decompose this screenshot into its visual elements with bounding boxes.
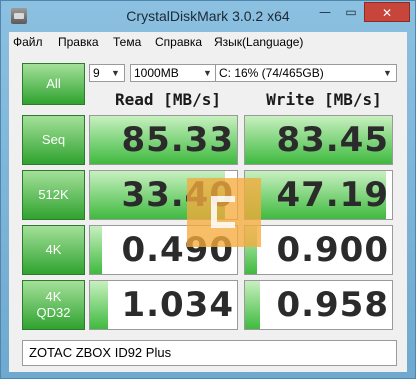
chevron-down-icon: ▼	[383, 68, 392, 78]
seq-write-result: 83.45	[244, 115, 393, 165]
row-label: Seq	[41, 132, 66, 147]
minimize-button[interactable]: —	[312, 2, 338, 22]
result-value: 47.19	[276, 175, 389, 215]
menu-edit[interactable]: Правка	[58, 35, 99, 49]
row-sublabel: QD32	[36, 305, 71, 320]
result-value: 0.958	[276, 285, 389, 325]
app-window: CrystalDiskMark 3.0.2 x64 — ▭ ✕ Файл Пра…	[0, 0, 416, 379]
4k-button[interactable]: 4K	[22, 225, 85, 275]
write-header: Write [MB/s]	[266, 90, 382, 109]
drive-value: C: 16% (74/465GB)	[219, 66, 324, 80]
4k-qd32-button[interactable]: 4K QD32	[22, 280, 85, 330]
all-button[interactable]: All	[22, 63, 85, 105]
comment-field[interactable]: ZOTAC ZBOX ID92 Plus	[22, 340, 397, 366]
row-label: 512K	[38, 187, 69, 202]
read-header: Read [MB/s]	[115, 90, 221, 109]
result-value: 85.33	[121, 120, 234, 160]
drive-select[interactable]: C: 16% (74/465GB) ▼	[215, 64, 397, 82]
4k-write-result: 0.900	[244, 225, 393, 275]
menu-bar: Файл Правка Тема Справка Язык(Language)	[9, 32, 407, 52]
menu-file[interactable]: Файл	[13, 35, 43, 49]
chevron-down-icon: ▼	[111, 68, 120, 78]
512k-write-result: 47.19	[244, 170, 393, 220]
result-value: 83.45	[276, 120, 389, 160]
close-button[interactable]: ✕	[364, 2, 410, 22]
row-label: 4K	[45, 289, 62, 304]
maximize-button[interactable]: ▭	[338, 2, 364, 22]
test-size-value: 1000MB	[134, 66, 179, 80]
menu-theme[interactable]: Тема	[113, 35, 141, 49]
row-label: 4K	[45, 242, 62, 257]
test-count-select[interactable]: 9 ▼	[89, 64, 125, 82]
seq-read-result: 85.33	[89, 115, 238, 165]
4k-qd32-read-result: 1.034	[89, 280, 238, 330]
result-value: 0.900	[276, 230, 389, 270]
512k-button[interactable]: 512K	[22, 170, 85, 220]
result-value: 1.034	[121, 285, 234, 325]
title-bar[interactable]: CrystalDiskMark 3.0.2 x64 — ▭ ✕	[1, 1, 415, 31]
progress-bar	[90, 226, 102, 274]
test-size-select[interactable]: 1000MB ▼	[130, 64, 217, 82]
progress-bar	[90, 281, 108, 329]
seq-button[interactable]: Seq	[22, 115, 85, 165]
4k-qd32-write-result: 0.958	[244, 280, 393, 330]
menu-help[interactable]: Справка	[155, 35, 202, 49]
progress-bar	[245, 281, 260, 329]
menu-language[interactable]: Язык(Language)	[214, 35, 303, 49]
test-count-value: 9	[93, 66, 100, 80]
watermark-logo	[187, 178, 261, 247]
chevron-down-icon: ▼	[203, 68, 212, 78]
